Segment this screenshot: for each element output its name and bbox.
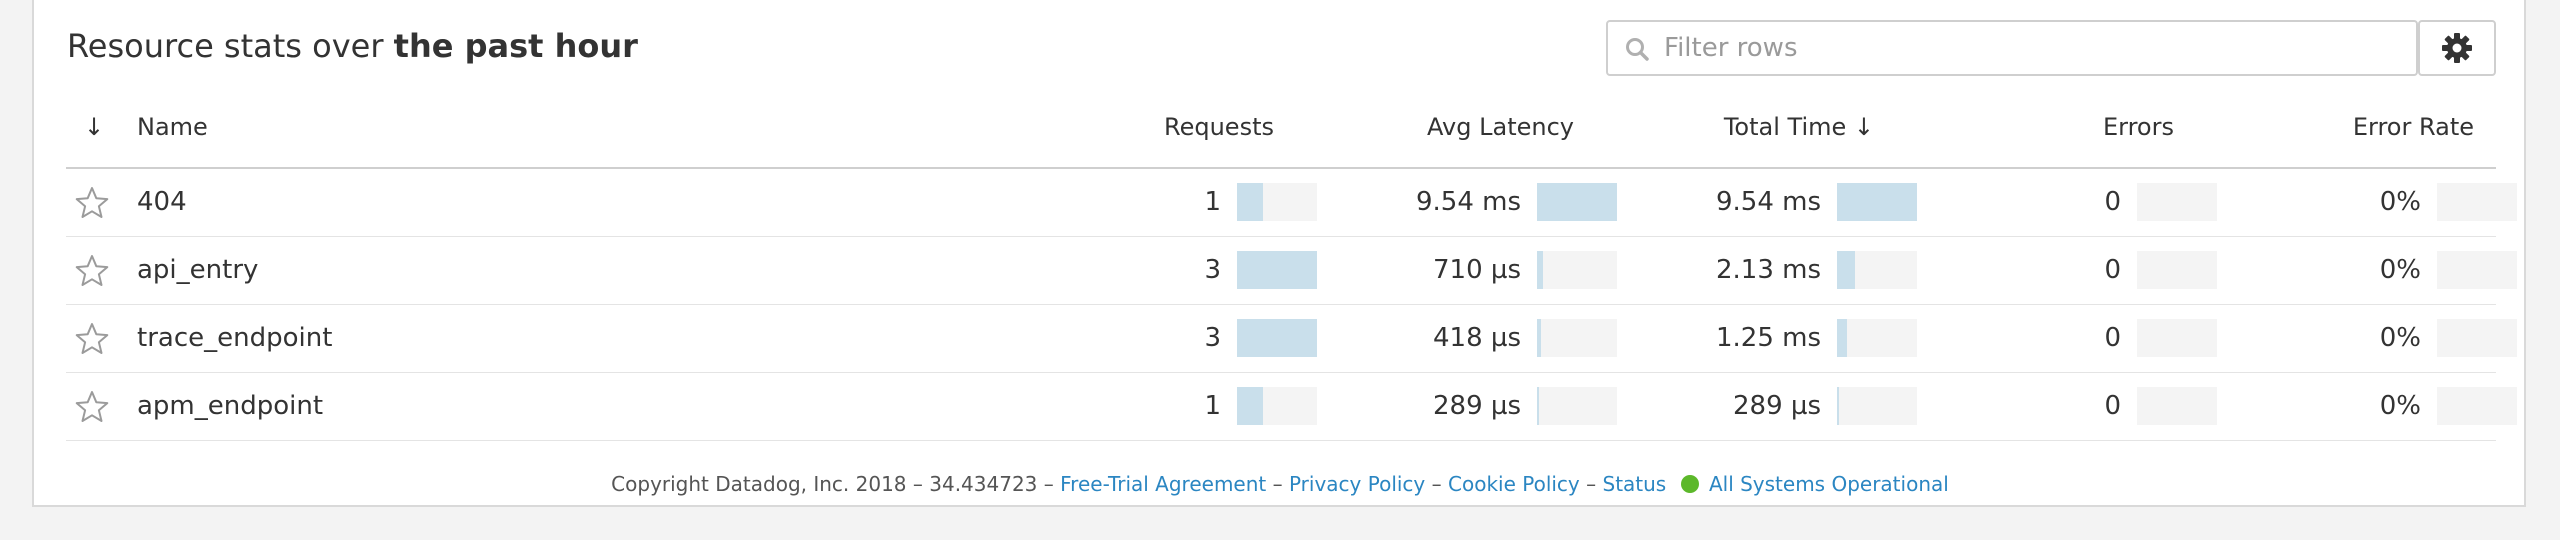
- error-rate-value: 0%: [2379, 323, 2421, 353]
- column-header-error-rate[interactable]: Error Rate: [2353, 113, 2474, 141]
- error-rate-value: 0%: [2379, 391, 2421, 421]
- search-icon: [1626, 38, 1649, 61]
- requests-bar: [1237, 387, 1317, 425]
- title-prefix: Resource stats over: [67, 27, 384, 65]
- requests-value: 3: [1204, 323, 1221, 353]
- total-time-bar-fill: [1837, 183, 1917, 221]
- total-time-value: 289 µs: [1733, 391, 1821, 421]
- error-rate-bar: [2437, 183, 2517, 221]
- footer-link-status[interactable]: Status: [1603, 472, 1667, 496]
- errors-bar: [2137, 251, 2217, 289]
- requests-value: 1: [1204, 391, 1221, 421]
- gear-icon: [2442, 33, 2472, 63]
- star-icon[interactable]: [74, 321, 110, 357]
- avg-latency-bar: [1537, 183, 1617, 221]
- avg-latency-bar-fill: [1537, 251, 1543, 289]
- star-icon[interactable]: [74, 185, 110, 221]
- footer-link-free-trial[interactable]: Free-Trial Agreement: [1060, 472, 1266, 496]
- error-rate-value: 0%: [2379, 187, 2421, 217]
- requests-bar-fill: [1237, 183, 1264, 221]
- footer-separator: –: [1586, 472, 1597, 496]
- resource-name[interactable]: apm_endpoint: [137, 391, 323, 421]
- avg-latency-bar-fill: [1537, 319, 1541, 357]
- footer-separator: –: [1272, 472, 1283, 496]
- requests-bar-fill: [1237, 251, 1317, 289]
- requests-bar: [1237, 319, 1317, 357]
- resource-name[interactable]: api_entry: [137, 255, 258, 285]
- avg-latency-bar: [1537, 387, 1617, 425]
- filter-rows-box[interactable]: [1606, 20, 2418, 76]
- total-time-bar-fill: [1837, 387, 1840, 425]
- avg-latency-bar-fill: [1537, 387, 1540, 425]
- avg-latency-bar-fill: [1537, 183, 1617, 221]
- errors-bar: [2137, 183, 2217, 221]
- settings-button[interactable]: [2418, 20, 2496, 76]
- resource-name[interactable]: trace_endpoint: [137, 323, 332, 353]
- table-row[interactable]: api_entry 3 710 µs 2.13 ms 0 0%: [66, 237, 2517, 305]
- errors-bar: [2137, 319, 2217, 357]
- footer-link-privacy[interactable]: Privacy Policy: [1289, 472, 1425, 496]
- total-time-bar: [1837, 183, 1917, 221]
- requests-bar-fill: [1237, 387, 1264, 425]
- avg-latency-value: 9.54 ms: [1415, 187, 1521, 217]
- column-header-sort[interactable]: ↓: [84, 113, 104, 141]
- requests-bar: [1237, 251, 1317, 289]
- filter-rows-input[interactable]: [1664, 28, 2404, 68]
- star-icon[interactable]: [74, 389, 110, 425]
- status-indicator-icon: [1680, 475, 1699, 493]
- table-row[interactable]: 404 1 9.54 ms 9.54 ms 0 0%: [66, 169, 2517, 237]
- footer-copyright: Copyright Datadog, Inc. 2018 – 34.434723…: [611, 472, 1054, 496]
- error-rate-value: 0%: [2379, 255, 2421, 285]
- column-header-total-time[interactable]: Total Time ↓: [1724, 113, 1874, 141]
- column-header-avg-latency[interactable]: Avg Latency: [1427, 113, 1574, 141]
- errors-bar: [2137, 387, 2217, 425]
- title-timeframe: the past hour: [393, 27, 638, 65]
- errors-value: 0: [2104, 391, 2121, 421]
- table-row[interactable]: trace_endpoint 3 418 µs 1.25 ms 0 0%: [66, 305, 2517, 373]
- total-time-bar-fill: [1837, 251, 1855, 289]
- error-rate-bar: [2437, 387, 2517, 425]
- total-time-bar: [1837, 387, 1917, 425]
- errors-value: 0: [2104, 323, 2121, 353]
- total-time-bar: [1837, 251, 1917, 289]
- column-header-errors[interactable]: Errors: [2103, 113, 2174, 141]
- avg-latency-bar: [1537, 319, 1617, 357]
- total-time-bar: [1837, 319, 1917, 357]
- requests-bar-fill: [1237, 319, 1317, 357]
- errors-value: 0: [2104, 187, 2121, 217]
- column-header-name[interactable]: Name: [137, 113, 208, 141]
- avg-latency-value: 710 µs: [1433, 255, 1521, 285]
- avg-latency-value: 289 µs: [1433, 391, 1521, 421]
- column-header-requests[interactable]: Requests: [1164, 113, 1274, 141]
- footer-system-status[interactable]: All Systems Operational: [1709, 472, 1949, 496]
- resource-name[interactable]: 404: [137, 187, 187, 217]
- star-icon[interactable]: [74, 253, 110, 289]
- total-time-value: 1.25 ms: [1715, 323, 1821, 353]
- requests-value: 1: [1204, 187, 1221, 217]
- total-time-bar-fill: [1837, 319, 1848, 357]
- panel-title: Resource stats over the past hour: [67, 27, 638, 65]
- error-rate-bar: [2437, 319, 2517, 357]
- avg-latency-bar: [1537, 251, 1617, 289]
- table-row[interactable]: apm_endpoint 1 289 µs 289 µs 0 0%: [66, 373, 2517, 441]
- avg-latency-value: 418 µs: [1433, 323, 1521, 353]
- footer: Copyright Datadog, Inc. 2018 – 34.434723…: [0, 472, 2560, 496]
- total-time-value: 9.54 ms: [1715, 187, 1821, 217]
- error-rate-bar: [2437, 251, 2517, 289]
- total-time-value: 2.13 ms: [1715, 255, 1821, 285]
- footer-separator: –: [1431, 472, 1442, 496]
- errors-value: 0: [2104, 255, 2121, 285]
- requests-value: 3: [1204, 255, 1221, 285]
- requests-bar: [1237, 183, 1317, 221]
- resource-stats-panel: Resource stats over the past hour Filter…: [32, 0, 2526, 507]
- footer-link-cookie[interactable]: Cookie Policy: [1448, 472, 1580, 496]
